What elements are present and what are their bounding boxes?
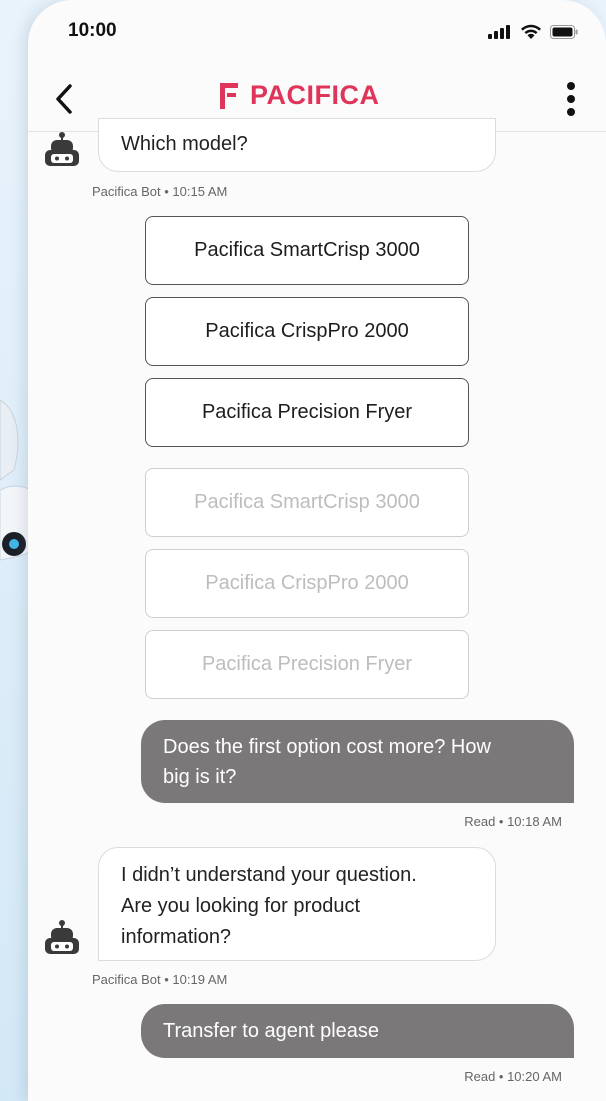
phone-screen: 10:00 PACIFICA Which model? Pacifica Bot… <box>28 0 606 1101</box>
status-time: 10:00 <box>68 20 117 41</box>
status-icons <box>488 24 578 40</box>
user-message-line: Does the first option cost more? How <box>163 736 491 758</box>
bot-message-meta: Pacifica Bot • 10:15 AM <box>92 184 228 199</box>
option-smartcrisp-3000[interactable]: Pacifica SmartCrisp 3000 <box>145 216 469 285</box>
bot-message-line: Are you looking for product <box>121 895 361 917</box>
pacifica-logo-icon <box>220 82 238 109</box>
user-message-line: big is it? <box>163 766 237 788</box>
option-smartcrisp-3000-disabled: Pacifica SmartCrisp 3000 <box>145 468 469 537</box>
user-message-bubble: Does the first option cost more? How big… <box>141 720 574 803</box>
user-message-meta: Read • 10:20 AM <box>464 1069 562 1084</box>
signal-icon <box>488 25 510 39</box>
user-message-text: Transfer to agent please <box>163 1020 380 1042</box>
wifi-icon <box>521 24 541 39</box>
option-precision-fryer[interactable]: Pacifica Precision Fryer <box>145 378 469 447</box>
bot-message-bubble: I didn’t understand your question. Are y… <box>98 847 496 961</box>
back-arrow-icon[interactable] <box>50 82 78 116</box>
bot-message-text: Which model? <box>121 133 248 155</box>
status-bar: 10:00 <box>28 0 606 66</box>
bot-avatar-icon <box>45 920 79 954</box>
option-precision-fryer-disabled: Pacifica Precision Fryer <box>145 630 469 699</box>
user-message-bubble: Transfer to agent please <box>141 1004 574 1058</box>
bot-avatar-icon <box>45 132 79 166</box>
bot-message-line: information? <box>121 926 232 948</box>
bot-message-line: I didn’t understand your question. <box>121 864 417 886</box>
user-message-meta: Read • 10:18 AM <box>464 814 562 829</box>
bot-message-meta: Pacifica Bot • 10:19 AM <box>92 972 228 987</box>
battery-icon <box>550 25 578 39</box>
option-crisppro-2000-disabled: Pacifica CrispPro 2000 <box>145 549 469 618</box>
option-crisppro-2000[interactable]: Pacifica CrispPro 2000 <box>145 297 469 366</box>
bot-message-bubble: Which model? <box>98 118 496 172</box>
brand-name: PACIFICA <box>250 80 380 110</box>
brand-logo: PACIFICA <box>218 80 380 111</box>
more-options-icon[interactable] <box>564 82 578 120</box>
